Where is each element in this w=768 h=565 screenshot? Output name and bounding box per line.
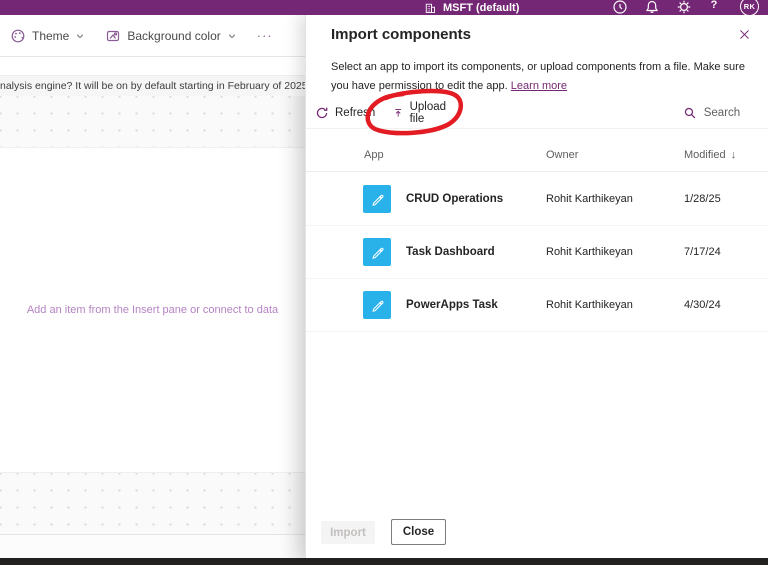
palette-icon bbox=[11, 29, 25, 42]
app-modified-date: 4/30/24 bbox=[684, 299, 721, 311]
app-owner: Rohit Karthikeyan bbox=[546, 246, 633, 258]
design-canvas[interactable]: Add an item from the Insert pane or conn… bbox=[0, 96, 305, 558]
notifications-bell-icon[interactable] bbox=[644, 0, 660, 15]
more-commands-button[interactable]: ··· bbox=[247, 28, 283, 43]
background-color-icon bbox=[107, 30, 120, 41]
building-icon bbox=[425, 3, 435, 13]
window-bottom-edge bbox=[0, 558, 768, 565]
app-icon bbox=[363, 238, 391, 266]
column-header-app[interactable]: App bbox=[364, 149, 384, 161]
app-owner: Rohit Karthikeyan bbox=[546, 299, 633, 311]
chevron-down-icon bbox=[228, 33, 235, 38]
panel-learn-more-link[interactable]: Learn more bbox=[511, 80, 567, 92]
app-name: CRUD Operations bbox=[406, 193, 504, 205]
theme-label: Theme bbox=[32, 28, 70, 43]
import-button[interactable]: Import bbox=[321, 521, 375, 544]
copilot-icon[interactable] bbox=[612, 0, 628, 15]
account-avatar[interactable]: RK bbox=[740, 0, 759, 15]
app-owner: Rohit Karthikeyan bbox=[546, 193, 633, 205]
panel-title: Import components bbox=[331, 26, 472, 43]
app-name: PowerApps Task bbox=[406, 299, 498, 311]
search-input[interactable] bbox=[703, 107, 768, 119]
pencil-icon bbox=[372, 194, 384, 206]
app-icon bbox=[363, 291, 391, 319]
notification-banner: nalysis engine? It will be on by default… bbox=[0, 75, 305, 96]
table-row[interactable]: PowerApps Task Rohit Karthikeyan 4/30/24 bbox=[306, 279, 768, 332]
search-box[interactable] bbox=[671, 106, 768, 120]
table-row[interactable]: Task Dashboard Rohit Karthikeyan 7/17/24 bbox=[306, 226, 768, 279]
panel-description: Select an app to import its components, … bbox=[331, 58, 749, 95]
refresh-button[interactable]: Refresh bbox=[306, 98, 384, 128]
column-header-owner[interactable]: Owner bbox=[546, 149, 578, 161]
import-components-panel: Import components Select an app to impor… bbox=[305, 14, 768, 558]
app-modified-date: 7/17/24 bbox=[684, 246, 721, 258]
close-icon[interactable] bbox=[733, 23, 755, 45]
app-screen[interactable]: Add an item from the Insert pane or conn… bbox=[0, 147, 305, 473]
app-name: Task Dashboard bbox=[406, 246, 495, 258]
upload-file-label: Upload file bbox=[409, 101, 447, 125]
background-color-dropdown[interactable]: Background color bbox=[95, 15, 246, 56]
canvas-grid-top bbox=[0, 96, 305, 147]
pencil-icon bbox=[372, 247, 384, 259]
pencil-icon bbox=[372, 300, 384, 312]
column-header-modified[interactable]: Modified ↓ bbox=[684, 149, 736, 161]
refresh-label: Refresh bbox=[335, 107, 376, 119]
environment-label: MSFT (default) bbox=[443, 1, 520, 14]
background-color-label: Background color bbox=[127, 28, 221, 43]
refresh-icon bbox=[316, 107, 328, 119]
canvas-hint-text: Add an item from the Insert pane or conn… bbox=[26, 304, 279, 316]
banner-text: nalysis engine? It will be on by default… bbox=[0, 80, 305, 92]
canvas-grid-bottom bbox=[0, 473, 305, 535]
settings-gear-icon[interactable] bbox=[676, 0, 692, 15]
chevron-down-icon bbox=[77, 33, 84, 38]
top-app-bar: MSFT (default) ? RK bbox=[0, 0, 768, 15]
sort-descending-icon: ↓ bbox=[730, 149, 737, 161]
search-icon bbox=[684, 107, 696, 119]
upload-icon bbox=[395, 108, 402, 117]
close-button[interactable]: Close bbox=[391, 519, 446, 545]
canvas-toolbar: Theme Background color ··· bbox=[0, 15, 305, 57]
theme-dropdown[interactable]: Theme bbox=[0, 15, 95, 56]
table-row[interactable]: CRUD Operations Rohit Karthikeyan 1/28/2… bbox=[306, 173, 768, 226]
help-icon[interactable]: ? bbox=[706, 0, 722, 15]
app-modified-date: 1/28/25 bbox=[684, 193, 721, 205]
panel-command-bar: Refresh Upload file bbox=[306, 98, 768, 129]
environment-picker[interactable]: MSFT (default) bbox=[424, 0, 519, 15]
upload-file-button[interactable]: Upload file bbox=[384, 98, 458, 128]
app-icon bbox=[363, 185, 391, 213]
apps-table-header: App Owner Modified ↓ bbox=[306, 140, 768, 172]
